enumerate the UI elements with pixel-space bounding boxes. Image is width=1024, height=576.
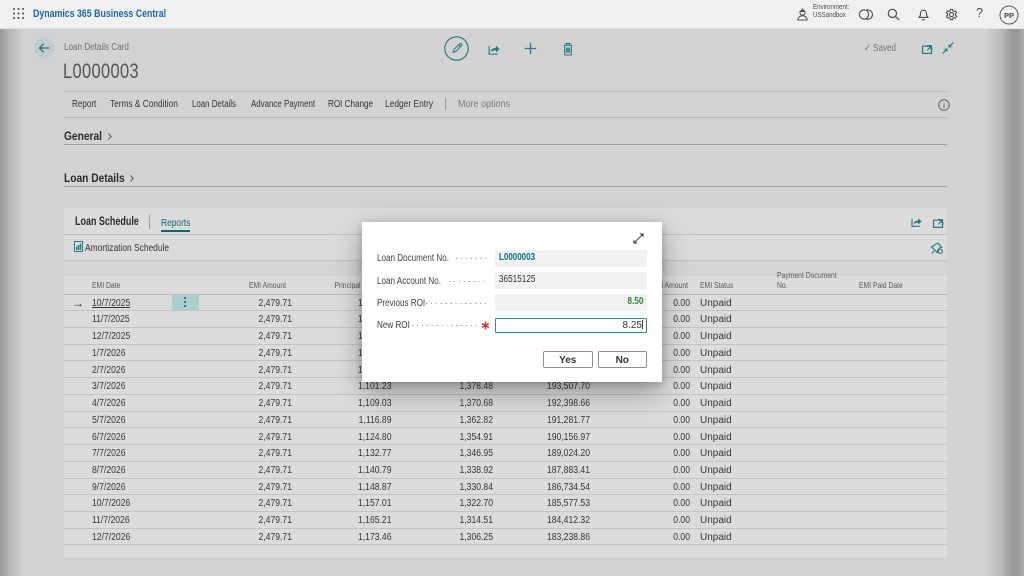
svg-text:PP: PP	[1004, 11, 1014, 20]
